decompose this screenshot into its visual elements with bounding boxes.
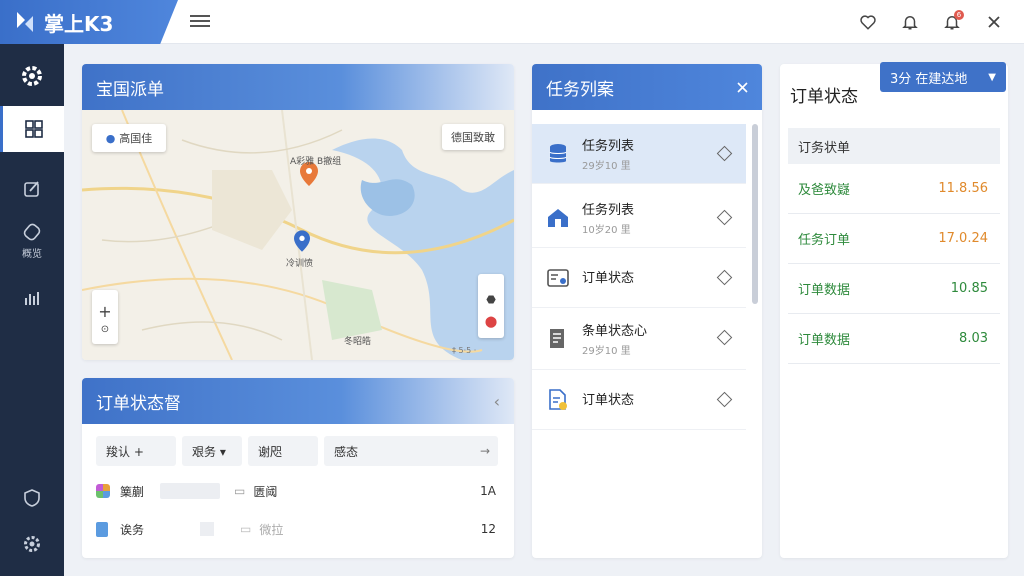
diamond-icon[interactable] (716, 269, 733, 286)
order-panel-title: 订单状态督 (96, 393, 181, 414)
notification-badge: 6 (954, 10, 964, 20)
filter-service[interactable]: 艰务 ▾ (182, 436, 242, 466)
diamond-icon[interactable] (716, 209, 733, 226)
edit-icon (24, 181, 39, 197)
gear-icon (22, 66, 42, 86)
task-item[interactable]: 订单状态 (532, 370, 746, 430)
document-icon (550, 328, 564, 348)
chat-icon: ▭ (240, 522, 252, 536)
table-row[interactable]: 篥蒯 ▭ 匮阈 1A (96, 476, 500, 506)
dashboard-icon (24, 120, 43, 138)
document-icon (96, 521, 108, 537)
sidebar-item-settings-main[interactable] (0, 54, 64, 98)
diamond-icon[interactable] (716, 391, 733, 408)
map-tools[interactable]: ⬣ ⬤ (478, 274, 504, 338)
red-pin-icon[interactable]: ⬤ (485, 315, 497, 328)
filter-row: 羧认 + 艰务 ▾ 谢咫 感态 → (96, 436, 498, 466)
k3-logo-icon (17, 12, 33, 32)
sidebar-item-edit[interactable] (0, 170, 64, 208)
task-item[interactable]: 任务列表 10岁20 里 (532, 188, 746, 248)
locate-icon[interactable]: ⊙ (101, 324, 109, 335)
task-panel-header: 任务列案 (532, 64, 762, 110)
chat-icon: ▭ (234, 484, 246, 498)
status-row[interactable]: 订单数据 10.85 (788, 264, 1000, 314)
map-place-label: 冷训愤 (286, 259, 314, 269)
chart-icon (25, 292, 39, 305)
sidebar-item-settings[interactable] (0, 522, 64, 566)
status-row[interactable]: 任务订单 17.0.24 (788, 214, 1000, 264)
scrollbar[interactable] (752, 124, 758, 304)
task-item[interactable]: 订单状态 (532, 248, 746, 308)
sidebar-item-security[interactable] (0, 476, 64, 520)
map-panel-title: 宝国派单 (96, 79, 164, 100)
status-table-header: 订务状单 (788, 128, 1000, 164)
task-item[interactable]: 条单状态心 29岁10 里 (532, 308, 746, 370)
chevron-left-icon[interactable]: ‹ (494, 392, 500, 411)
blur-placeholder (200, 522, 214, 536)
layer-button[interactable]: 德国致敢 (442, 124, 504, 150)
sidebar-item-dashboard[interactable] (0, 106, 64, 152)
map-panel-header: 宝国派单 (82, 64, 514, 110)
period-dropdown[interactable]: 3分 在建达地 ▼ (880, 62, 1006, 92)
blur-placeholder (160, 483, 220, 499)
settings-icon (24, 536, 40, 552)
arrow-right-icon: → (479, 444, 490, 458)
map-panel: 宝国派单 ● 高国佳 德国致敢 + ⊙ ⬣ ⬤ A彩雅 B撤组 冷训愤 冬昭皓 … (82, 64, 514, 360)
file-check-icon (549, 388, 567, 410)
zoom-control[interactable]: + ⊙ (92, 290, 118, 344)
sidebar-item-chart[interactable] (0, 278, 64, 318)
colorful-app-icon (96, 484, 110, 498)
menu-toggle-icon[interactable] (190, 12, 210, 32)
pin-icon: ● (105, 131, 116, 145)
notification-bell-icon[interactable]: 6 (940, 10, 964, 34)
filter-state[interactable]: 感态 → (324, 436, 498, 466)
status-panel: 订单状态 订务状单 及爸致嶷 11.8.56 任务订单 17.0.24 订单数据… (780, 64, 1008, 558)
map-copyright: ‡ 5·5 · (452, 346, 477, 355)
shield-icon (24, 489, 40, 507)
zoom-in-button[interactable]: + (98, 300, 111, 324)
database-icon (549, 143, 567, 162)
top-bar: 掌上K3 6 (0, 0, 1024, 44)
brand[interactable]: 掌上K3 (0, 0, 178, 44)
order-panel-header: 订单状态督 ‹ (82, 378, 514, 424)
map-view[interactable]: ● 高国佳 德国致敢 + ⊙ ⬣ ⬤ A彩雅 B撤组 冷训愤 冬昭皓 ‡ 5·5… (82, 110, 514, 360)
sidebar: 概览 (0, 44, 64, 576)
status-panel-title: 订单状态 (790, 87, 858, 107)
map-place-label: 冬昭皓 (344, 337, 372, 347)
overview-icon (23, 223, 41, 241)
filter-status[interactable]: 谢咫 (248, 436, 318, 466)
task-item[interactable]: 任务列表 29岁10 里 (532, 124, 746, 184)
bell-icon[interactable] (898, 10, 922, 34)
diamond-icon[interactable] (716, 329, 733, 346)
task-panel-title: 任务列案 (546, 79, 614, 100)
status-row[interactable]: 订单数据 8.03 (788, 314, 1000, 364)
task-list-panel: 任务列案 任务列表 29岁10 里 任务列表 10岁20 里 订单状态 条单状态心 2… (532, 64, 762, 558)
map-place-label: A彩雅 B撤组 (290, 157, 342, 167)
dashboard-card-icon (547, 268, 569, 287)
chevron-down-icon: ▼ (988, 71, 996, 83)
location-button[interactable]: ● 高国佳 (92, 124, 166, 152)
sidebar-item-overview[interactable]: 概览 (0, 216, 64, 266)
order-status-panel: 订单状态督 ‹ 羧认 + 艰务 ▾ 谢咫 感态 → 篥蒯 ▭ 匮阈 1A 诶务 … (82, 378, 514, 558)
robot-icon[interactable]: ⬣ (486, 285, 496, 315)
heart-icon[interactable] (856, 10, 880, 34)
diamond-icon[interactable] (716, 145, 733, 162)
blue-map-marker-icon[interactable] (294, 230, 310, 252)
home-icon (548, 208, 568, 227)
sidebar-item-label: 概览 (22, 249, 42, 260)
close-icon[interactable] (982, 10, 1006, 34)
table-row[interactable]: 诶务 ▭ 微拉 12 (96, 514, 500, 544)
filter-confirm[interactable]: 羧认 + (96, 436, 176, 466)
app-title: 掌上K3 (44, 11, 114, 36)
close-icon[interactable] (737, 82, 748, 93)
status-row[interactable]: 及爸致嶷 11.8.56 (788, 164, 1000, 214)
